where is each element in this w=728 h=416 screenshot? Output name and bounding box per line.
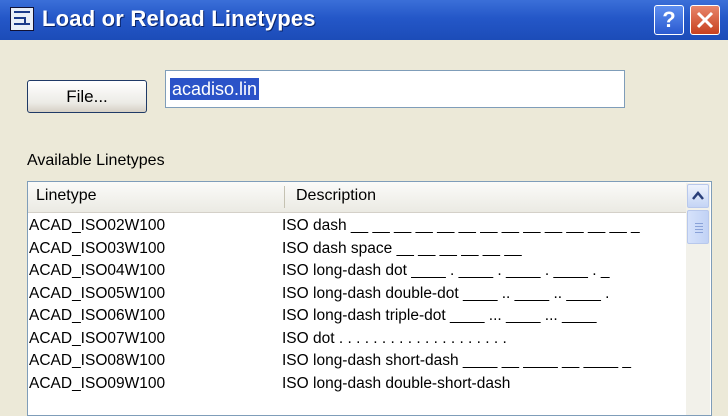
scroll-up-button[interactable]	[687, 184, 709, 208]
file-name-value: acadiso.lin	[170, 78, 260, 100]
table-row[interactable]: ACAD_ISO03W100 ISO dash space __ __ __ __…	[28, 239, 684, 262]
table-row[interactable]: ACAD_ISO02W100 ISO dash __ __ __ __ __ __…	[28, 216, 684, 239]
linetype-description: ISO long-dash triple-dot ____ ... ____ .…	[282, 307, 597, 324]
column-separator[interactable]	[284, 186, 285, 208]
linetype-name: ACAD_ISO05W100	[29, 284, 166, 302]
table-row[interactable]: ACAD_ISO08W100 ISO long-dash short-dash _…	[28, 351, 684, 374]
linetype-description: ISO dash __ __ __ __ __ __ __ __ __ __ _…	[282, 217, 640, 234]
table-row[interactable]: ACAD_ISO07W100 ISO dot . . . . . . . . . …	[28, 329, 684, 352]
list-header: Linetype Description	[28, 182, 688, 213]
table-row[interactable]: ACAD_ISO06W100 ISO long-dash triple-dot _…	[28, 306, 684, 329]
vertical-scrollbar[interactable]	[686, 183, 710, 415]
linetype-name: ACAD_ISO09W100	[29, 374, 166, 392]
linetype-description: ISO dash space __ __ __ __ __ __	[282, 239, 522, 257]
linetype-description: ISO long-dash double-short-dash	[282, 374, 511, 392]
linetype-description: ISO long-dash dot ____ . ____ . ____ . _…	[282, 262, 610, 279]
list-rows: ACAD_ISO02W100 ISO dash __ __ __ __ __ __…	[28, 216, 684, 396]
linetype-app-icon	[10, 7, 34, 31]
chevron-up-icon	[692, 191, 704, 200]
linetype-list[interactable]: Linetype Description ACAD_ISO02W100 ISO d…	[27, 181, 712, 416]
column-header-description[interactable]: Description	[296, 187, 376, 205]
linetype-name: ACAD_ISO03W100	[29, 239, 166, 257]
close-icon	[696, 11, 714, 29]
linetype-name: ACAD_ISO08W100	[29, 352, 166, 369]
window-title: Load or Reload Linetypes	[42, 6, 316, 31]
file-button[interactable]: File...	[27, 80, 147, 113]
linetype-description: ISO dot . . . . . . . . . . . . . . . . …	[282, 329, 507, 347]
table-row[interactable]: ACAD_ISO04W100 ISO long-dash dot ____ . _…	[28, 261, 684, 284]
table-row[interactable]: ACAD_ISO09W100 ISO long-dash double-short…	[28, 374, 684, 397]
scroll-thumb[interactable]	[687, 210, 709, 244]
linetype-description: ISO long-dash double-dot ____ .. ____ ..…	[282, 284, 610, 302]
linetype-name: ACAD_ISO04W100	[29, 262, 166, 279]
file-name-field[interactable]: acadiso.lin	[165, 70, 625, 108]
linetype-description: ISO long-dash short-dash ____ __ ____ __…	[282, 352, 632, 369]
help-icon: ?	[662, 7, 676, 32]
linetype-name: ACAD_ISO07W100	[29, 329, 166, 347]
close-button[interactable]	[690, 5, 720, 35]
column-header-linetype[interactable]: Linetype	[36, 187, 97, 205]
available-linetypes-label: Available Linetypes	[27, 152, 165, 169]
help-button[interactable]: ?	[654, 5, 684, 35]
title-bar: Load or Reload Linetypes ?	[0, 0, 728, 40]
table-row[interactable]: ACAD_ISO05W100 ISO long-dash double-dot _…	[28, 284, 684, 307]
linetype-name: ACAD_ISO02W100	[29, 217, 166, 234]
linetype-name: ACAD_ISO06W100	[29, 307, 166, 324]
